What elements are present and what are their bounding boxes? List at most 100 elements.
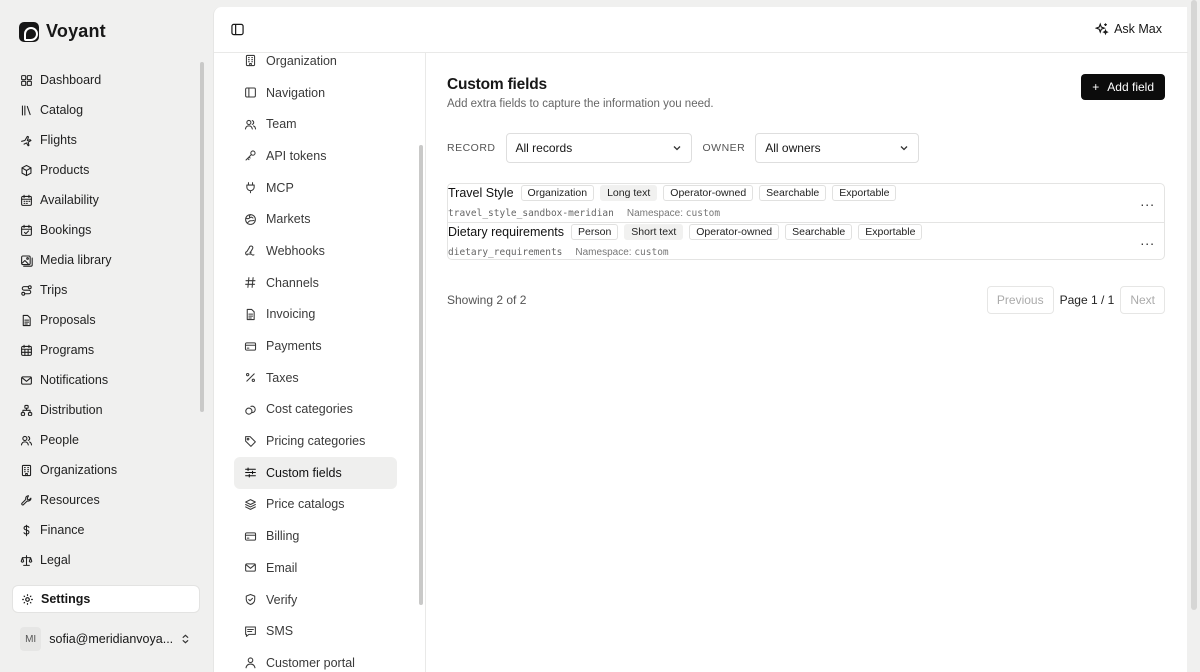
page-scrollbar[interactable] — [1191, 0, 1197, 610]
settings-nav-item-team[interactable]: Team — [234, 108, 397, 140]
sidebar-item-label: Finance — [40, 523, 85, 537]
settings-nav-item-api-tokens[interactable]: API tokens — [234, 140, 397, 172]
calendar-check-icon — [21, 224, 32, 236]
settings-nav-label: Navigation — [266, 85, 326, 100]
add-field-button[interactable]: + Add field — [1081, 74, 1165, 100]
sidebar-item-finance[interactable]: Finance — [12, 515, 200, 545]
field-tag: Exportable — [858, 223, 923, 240]
sidebar-item-catalog[interactable]: Catalog — [12, 95, 200, 125]
sparkles-icon — [1095, 22, 1109, 36]
owner-filter-value: All owners — [765, 141, 821, 155]
main-panel: Ask Max Organization Navigation Team API to… — [213, 7, 1188, 672]
sidebar-scrollbar[interactable] — [200, 62, 204, 412]
row-more-button[interactable]: ... — [1140, 233, 1155, 247]
layers-icon — [245, 499, 256, 510]
sidebar-item-media-library[interactable]: Media library — [12, 245, 200, 275]
settings-nav-label: Customer portal — [266, 655, 355, 670]
sidebar-item-notifications[interactable]: Notifications — [12, 365, 200, 395]
settings-nav-label: Invoicing — [266, 307, 316, 322]
hash-icon — [245, 277, 256, 289]
sidebar-item-trips[interactable]: Trips — [12, 275, 200, 305]
sidebar-item-products[interactable]: Products — [12, 155, 200, 185]
settings-nav-item-organization[interactable]: Organization — [234, 53, 397, 77]
settings-nav-item-invoicing[interactable]: Invoicing — [234, 299, 397, 331]
sidebar-item-label: Programs — [40, 343, 95, 357]
box-icon — [21, 164, 32, 176]
settings-nav-item-billing[interactable]: Billing — [234, 520, 397, 552]
webhook-icon — [245, 245, 255, 257]
settings-nav-item-webhooks[interactable]: Webhooks — [234, 235, 397, 267]
settings-nav-item-markets[interactable]: Markets — [234, 203, 397, 235]
add-field-label: Add field — [1107, 80, 1154, 94]
users-icon — [244, 119, 257, 130]
sidebar-item-label: Notifications — [40, 373, 109, 387]
settings-nav-item-customer-portal[interactable]: Customer portal — [234, 647, 397, 672]
sidebar-item-programs[interactable]: Programs — [12, 335, 200, 365]
sidebar-item-settings[interactable]: Settings — [12, 585, 200, 613]
previous-page-button[interactable]: Previous — [986, 286, 1054, 314]
settings-nav-item-payments[interactable]: Payments — [234, 330, 397, 362]
field-name: Travel Style — [448, 186, 514, 200]
owner-filter-select[interactable]: All owners — [755, 133, 920, 163]
row-more-button[interactable]: ... — [1140, 194, 1155, 208]
panel-icon — [245, 87, 256, 98]
settings-nav-item-custom-fields[interactable]: Custom fields — [234, 456, 397, 489]
user-menu[interactable]: MI sofia@meridianvoya... — [12, 623, 200, 655]
settings-nav-item-verify[interactable]: Verify — [234, 584, 397, 616]
sidebar-toggle-icon[interactable] — [231, 23, 244, 36]
settings-nav-item-taxes[interactable]: Taxes — [234, 362, 397, 394]
field-key: dietary_requirements — [448, 246, 563, 258]
sidebar-item-label: Catalog — [40, 103, 84, 117]
settings-nav-item-email[interactable]: Email — [234, 552, 397, 584]
avatar: MI — [20, 627, 42, 651]
sidebar-item-legal[interactable]: Legal — [12, 545, 200, 575]
sidebar-item-label: Dashboard — [40, 73, 102, 87]
sidebar-item-label: Proposals — [40, 313, 96, 327]
ask-max-button[interactable]: Ask Max — [1095, 22, 1162, 36]
brand-name: Voyant — [46, 21, 106, 41]
namespace-value: custom — [634, 246, 669, 258]
sidebar-item-bookings[interactable]: Bookings — [12, 215, 200, 245]
sidebar-item-availability[interactable]: Availability — [12, 185, 200, 215]
table-row[interactable]: Travel Style Organization Long text Operato… — [448, 184, 1164, 222]
sidebar-item-people[interactable]: People — [12, 425, 200, 455]
settings-nav-label: Pricing categories — [266, 434, 366, 449]
sidebar-item-label: Availability — [40, 193, 99, 207]
next-page-button[interactable]: Next — [1120, 286, 1165, 314]
field-tag: Searchable — [759, 185, 827, 201]
settings-nav-label: Custom fields — [266, 465, 342, 480]
sidebar-item-organizations[interactable]: Organizations — [12, 455, 200, 485]
namespace-label: Namespace: — [575, 246, 632, 258]
settings-nav-label: Team — [266, 117, 297, 132]
settings-nav-scrollbar[interactable] — [419, 145, 423, 605]
brand[interactable]: Voyant — [19, 21, 106, 42]
coins-icon — [245, 405, 256, 415]
calendar-icon — [21, 194, 32, 206]
plug-icon — [246, 182, 255, 194]
sidebar-item-flights[interactable]: Flights — [12, 125, 200, 155]
field-key: travel_style_sandbox-meridian — [448, 208, 614, 219]
record-filter-label: RECORD — [447, 142, 496, 154]
sidebar-item-dashboard[interactable]: Dashboard — [12, 65, 200, 95]
settings-nav-item-pricing-categories[interactable]: Pricing categories — [234, 425, 397, 457]
gear-icon — [22, 593, 33, 605]
sidebar-item-label: Organizations — [40, 463, 118, 477]
settings-nav-item-cost-categories[interactable]: Cost categories — [234, 394, 397, 426]
document-icon — [246, 308, 255, 320]
settings-nav-item-navigation[interactable]: Navigation — [234, 77, 397, 109]
settings-nav-item-channels[interactable]: Channels — [234, 267, 397, 299]
sidebar-item-distribution[interactable]: Distribution — [12, 395, 200, 425]
field-namespace: Namespace: custom — [575, 247, 668, 258]
settings-nav-item-price-catalogs[interactable]: Price catalogs — [234, 489, 397, 521]
sidebar-item-proposals[interactable]: Proposals — [12, 305, 200, 335]
key-icon — [245, 150, 256, 161]
plus-icon: + — [1092, 80, 1100, 94]
chevron-down-icon — [673, 146, 680, 151]
sidebar-item-resources[interactable]: Resources — [12, 485, 200, 515]
shield-icon — [245, 593, 256, 606]
settings-nav-item-sms[interactable]: SMS — [234, 615, 397, 647]
settings-nav-item-mcp[interactable]: MCP — [234, 172, 397, 204]
table-row[interactable]: Dietary requirements Person Short text Oper… — [448, 221, 1164, 260]
settings-nav-label: Price catalogs — [266, 497, 345, 512]
record-filter-select[interactable]: All records — [505, 133, 692, 163]
